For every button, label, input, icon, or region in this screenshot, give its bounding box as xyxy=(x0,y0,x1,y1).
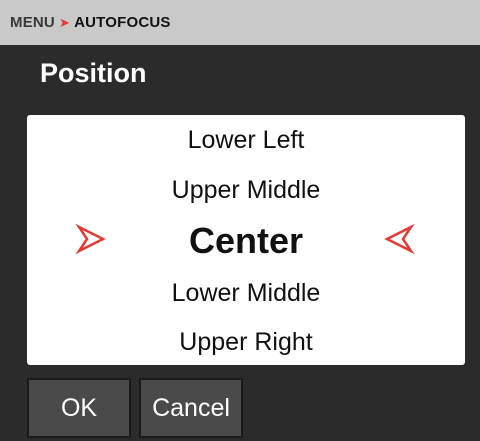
page-title: Position xyxy=(40,58,147,88)
picker-option[interactable]: Upper Right xyxy=(27,327,465,357)
selection-arrow-right-icon xyxy=(75,223,106,255)
ok-button[interactable]: OK xyxy=(27,378,131,438)
picker-option[interactable]: Upper Middle xyxy=(27,175,465,205)
selection-arrow-left-icon xyxy=(384,223,415,255)
breadcrumb: MENU ➤ AUTOFOCUS xyxy=(0,0,480,45)
position-picker[interactable]: Lower Left Upper Middle Center Lower Mid… xyxy=(27,115,465,365)
picker-option[interactable]: Lower Left xyxy=(27,125,465,155)
breadcrumb-root[interactable]: MENU xyxy=(10,14,55,31)
breadcrumb-current: AUTOFOCUS xyxy=(74,14,171,31)
breadcrumb-separator-icon: ➤ xyxy=(58,14,71,30)
cancel-button[interactable]: Cancel xyxy=(139,378,243,438)
picker-option[interactable]: Lower Middle xyxy=(27,278,465,308)
